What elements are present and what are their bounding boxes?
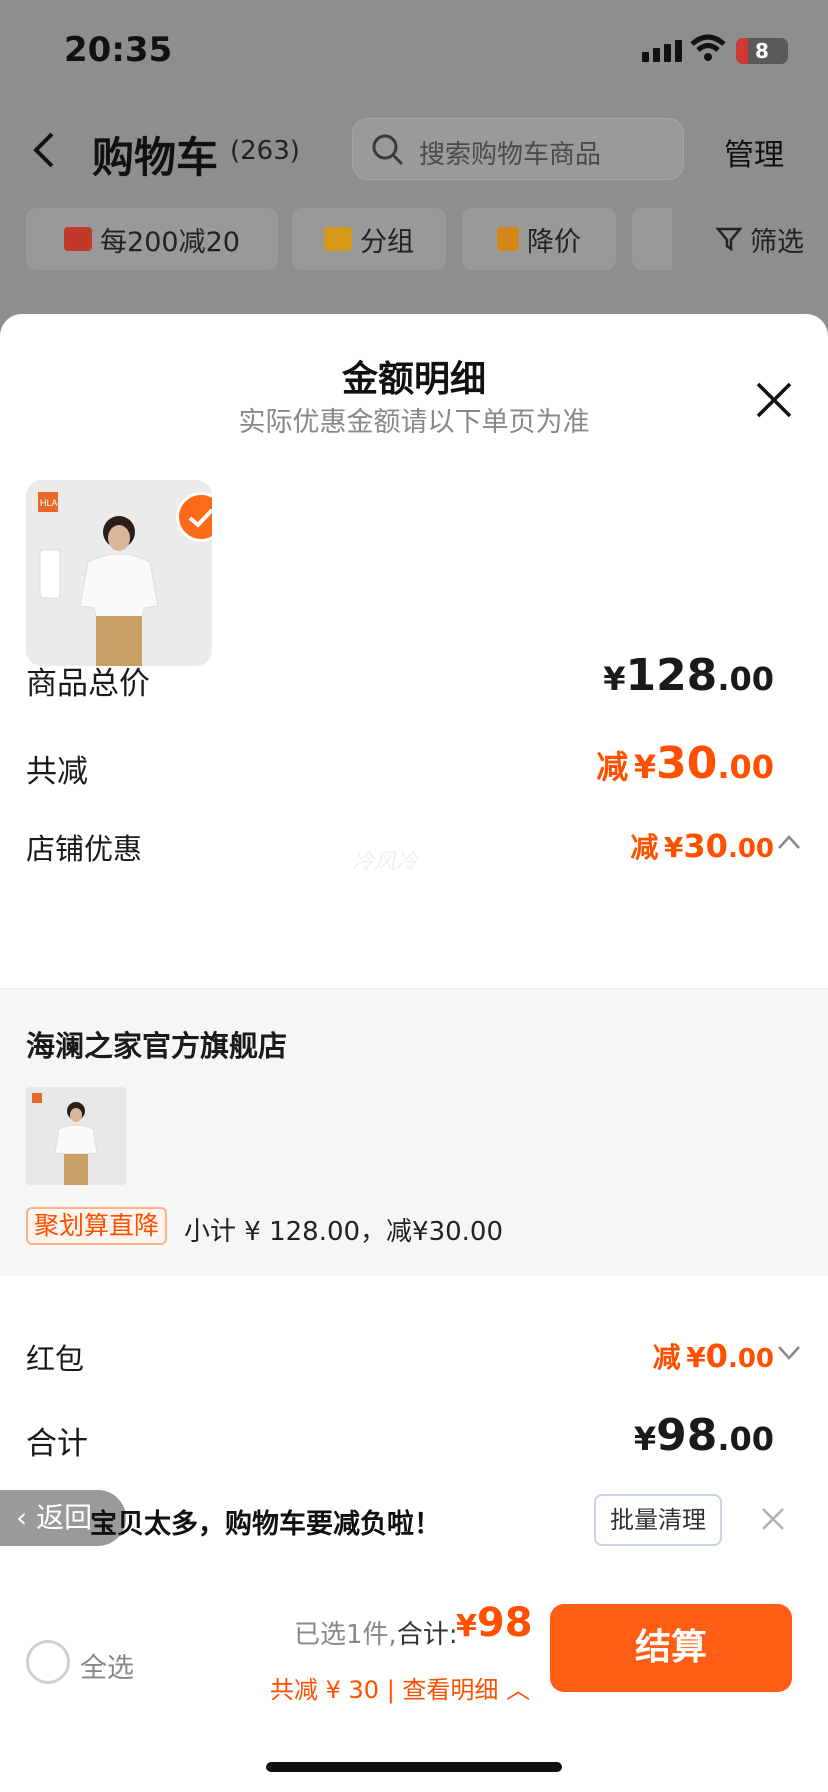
row-shop-discount[interactable]: 店铺优惠 减 ¥30.00 bbox=[26, 822, 802, 872]
value-dec: .00 bbox=[727, 1344, 774, 1374]
promo-tag: 聚划算直降 bbox=[26, 1207, 168, 1245]
shop-name: 海澜之家官方旗舰店 bbox=[26, 1029, 288, 1063]
yen-symbol: ¥ bbox=[633, 1420, 657, 1458]
home-indicator bbox=[266, 1762, 562, 1772]
yen-symbol: ¥ bbox=[456, 1609, 477, 1644]
row-label: 合计 bbox=[26, 1426, 88, 1462]
row-total-price: 商品总价 ¥128.00 bbox=[26, 650, 802, 710]
shop-subtotal: 小计 ¥ 128.00，减¥30.00 bbox=[184, 1217, 504, 1247]
selected-check-icon bbox=[176, 492, 212, 542]
shop-product-thumbnail[interactable] bbox=[26, 1087, 126, 1185]
value-int: 0 bbox=[705, 1337, 728, 1375]
chip-label: 降价 bbox=[527, 226, 581, 258]
total-reduce-value: 减 ¥30.00 bbox=[596, 738, 774, 789]
chevron-down-icon bbox=[778, 1346, 800, 1360]
yen-symbol: ¥ bbox=[633, 748, 657, 786]
selected-info: 已选1件,合计: bbox=[294, 1614, 458, 1651]
status-bar: 20:35 8 bbox=[0, 0, 828, 100]
value-int: 30 bbox=[656, 738, 718, 789]
chip-label: 分组 bbox=[360, 226, 414, 258]
chip-label: 筛选 bbox=[750, 226, 804, 258]
search-placeholder: 搜索购物车商品 bbox=[419, 140, 602, 170]
view-detail-link[interactable]: 共减 ¥ 30 | 查看明细 ︿ bbox=[270, 1670, 530, 1705]
row-label: 店铺优惠 bbox=[26, 832, 143, 866]
checkout-bar: 全选 已选1件,合计: ¥98 共减 ¥ 30 | 查看明细 ︿ 结算 bbox=[0, 1584, 828, 1792]
back-chevron-icon[interactable] bbox=[30, 130, 58, 170]
row-sum: 合计 ¥98.00 bbox=[26, 1410, 802, 1470]
total-price: ¥98 bbox=[456, 1600, 533, 1646]
cart-cleanup-notice: ‹ 返回 宝贝太多，购物车要减负啦！ 批量清理 bbox=[0, 1482, 828, 1562]
wifi-icon bbox=[690, 34, 726, 61]
sum-value: ¥98.00 bbox=[634, 1410, 774, 1461]
row-total-reduce: 共减 减 ¥30.00 bbox=[26, 738, 802, 798]
select-all-checkbox[interactable] bbox=[26, 1640, 70, 1684]
value-int: 128 bbox=[625, 650, 718, 701]
chip-discount[interactable]: 每200减20 bbox=[26, 208, 278, 270]
manage-button[interactable]: 管理 bbox=[724, 130, 784, 174]
chip-group[interactable]: 分组 bbox=[292, 208, 446, 270]
store-icon bbox=[64, 227, 93, 251]
cart-header: 购物车 (263) 搜索购物车商品 管理 bbox=[0, 110, 828, 190]
product-thumbnail[interactable]: HLA bbox=[26, 480, 212, 666]
product-image bbox=[26, 1087, 126, 1185]
yen-symbol: ¥ bbox=[686, 1341, 706, 1374]
value-dec: .00 bbox=[717, 748, 774, 786]
value-dec: .00 bbox=[727, 834, 774, 864]
yen-symbol: ¥ bbox=[603, 660, 626, 698]
reduce-detail-text: 共减 ¥ 30 | 查看明细 bbox=[270, 1676, 499, 1704]
row-label: 红包 bbox=[26, 1342, 85, 1376]
chip-filter[interactable]: 筛选 bbox=[700, 208, 820, 270]
value-int: 30 bbox=[683, 827, 728, 865]
search-icon bbox=[372, 134, 404, 166]
selected-count: 已选1件, bbox=[294, 1620, 397, 1650]
value-int: 98 bbox=[656, 1410, 718, 1461]
battery-icon: 8 bbox=[736, 38, 788, 64]
chevron-up-icon: ︿ bbox=[506, 1676, 531, 1704]
total-label: 合计: bbox=[396, 1620, 458, 1650]
value-dec: .00 bbox=[717, 1420, 774, 1458]
batch-clean-button[interactable]: 批量清理 bbox=[594, 1494, 722, 1546]
total-value: 98 bbox=[476, 1600, 533, 1646]
value-dec: .00 bbox=[717, 660, 774, 698]
filter-icon bbox=[716, 227, 742, 252]
shop-discount-value: 减 ¥30.00 bbox=[630, 826, 774, 866]
chip-partial[interactable] bbox=[632, 208, 672, 270]
reduce-prefix: 减 bbox=[596, 748, 629, 786]
notice-text: 宝贝太多，购物车要减负啦！ bbox=[90, 1509, 441, 1540]
reduce-prefix: 减 bbox=[652, 1341, 681, 1374]
reduce-prefix: 减 bbox=[630, 831, 659, 864]
sheet-title: 金额明细 bbox=[341, 359, 486, 400]
row-label: 共减 bbox=[26, 754, 88, 790]
close-icon[interactable] bbox=[760, 1506, 786, 1532]
price-drop-icon bbox=[497, 227, 519, 251]
back-label: 返回 bbox=[36, 1501, 93, 1534]
cart-title: 购物车 bbox=[92, 133, 219, 182]
red-packet-value: 减 ¥0.00 bbox=[653, 1336, 774, 1376]
yen-symbol: ¥ bbox=[663, 831, 684, 864]
row-label: 商品总价 bbox=[26, 666, 150, 702]
chevron-up-icon bbox=[778, 835, 800, 849]
chip-label: 每200减20 bbox=[100, 226, 240, 258]
filter-chips: 每200减20 分组 降价 筛选 bbox=[0, 208, 828, 272]
chip-price-drop[interactable]: 降价 bbox=[462, 208, 616, 270]
total-price-value: ¥128.00 bbox=[603, 650, 774, 701]
sheet-subtitle: 实际优惠金额请以下单页为准 bbox=[238, 407, 590, 438]
chevron-left-icon: ‹ bbox=[16, 1501, 37, 1534]
amount-detail-sheet: 金额明细 实际优惠金额请以下单页为准 HLA 商品总价 ¥128.00 共减 减… bbox=[0, 314, 828, 1792]
folder-icon bbox=[324, 227, 352, 251]
status-time: 20:35 bbox=[64, 30, 173, 70]
select-all-label[interactable]: 全选 bbox=[80, 1646, 134, 1685]
signal-icon bbox=[642, 40, 682, 62]
checkout-button[interactable]: 结算 bbox=[550, 1604, 792, 1692]
shop-detail-panel: 海澜之家官方旗舰店 聚划算直降 小计 ¥ 128.00，减¥30.00 bbox=[0, 988, 828, 1276]
brand-logo-text: HLA bbox=[40, 498, 58, 508]
battery-level: 8 bbox=[755, 39, 769, 63]
cart-page-background: 20:35 8 购物车 (263) 搜索购物车商品 管理 每200减20 分组 … bbox=[0, 0, 828, 340]
close-icon[interactable] bbox=[754, 380, 794, 420]
row-red-packet[interactable]: 红包 减 ¥0.00 bbox=[26, 1332, 802, 1382]
cart-search-input[interactable]: 搜索购物车商品 bbox=[352, 118, 684, 180]
cart-count: (263) bbox=[230, 136, 300, 166]
